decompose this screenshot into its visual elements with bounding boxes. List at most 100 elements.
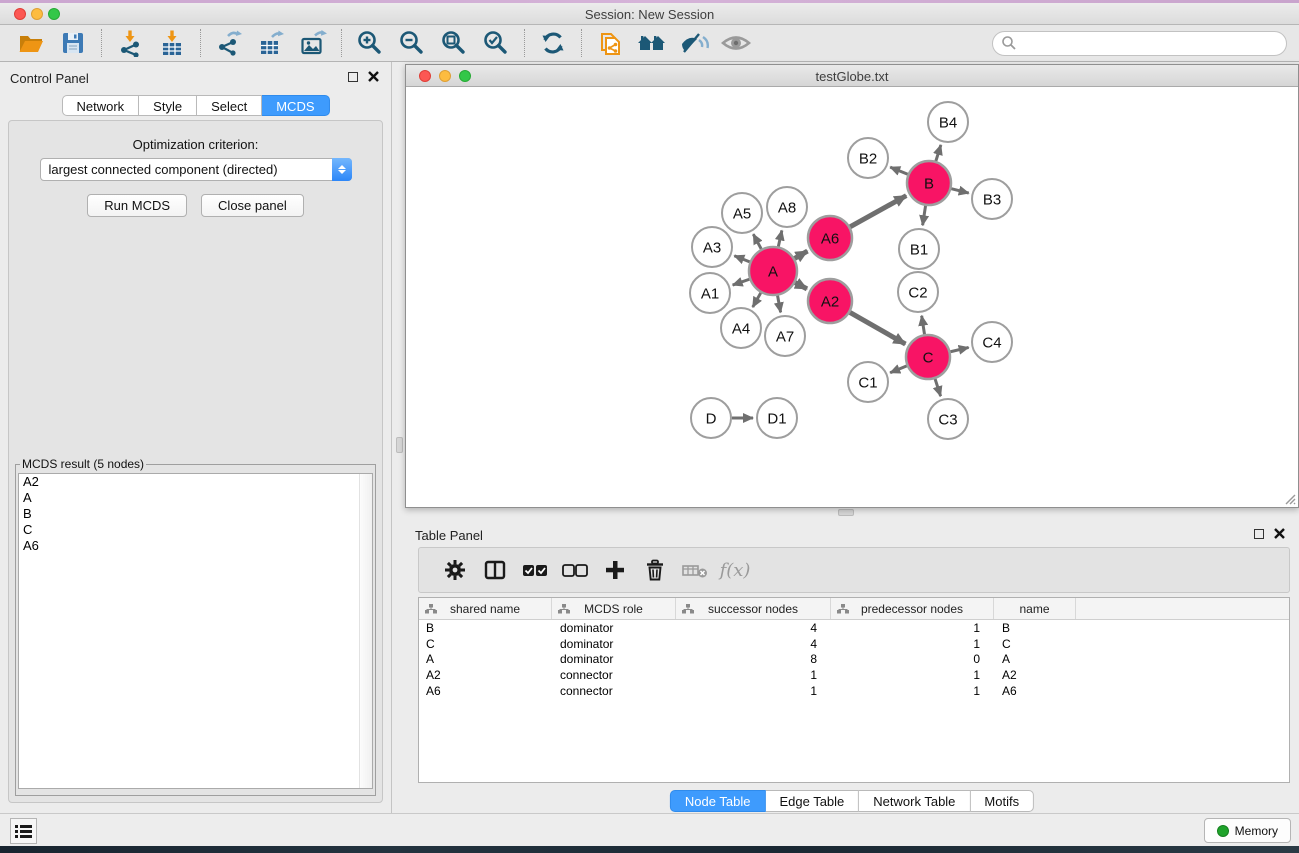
graph-edge-B-B2[interactable] [890, 167, 908, 174]
graph-node-A7[interactable]: A7 [765, 316, 805, 356]
graph-edge-C-C2[interactable] [922, 316, 925, 335]
graph-edge-A2-C[interactable] [850, 312, 905, 344]
tab-mcds[interactable]: MCDS [262, 95, 329, 116]
network-view-window[interactable]: testGlobe.txt B4 B2 B B3 A5A8A6 B1 A3 A A1 C2 A2 A4… [405, 64, 1299, 508]
import-table-icon[interactable] [151, 27, 193, 59]
column-sort-icon[interactable] [558, 603, 570, 615]
graph-node-B2[interactable]: B2 [848, 138, 888, 178]
graph-node-A4[interactable]: A4 [721, 308, 761, 348]
column-sort-icon[interactable] [682, 603, 694, 615]
save-session-icon[interactable] [52, 27, 94, 59]
zoom-fit-icon[interactable] [433, 27, 475, 59]
export-image-icon[interactable] [292, 27, 334, 59]
graph-edge-A-A1[interactable] [733, 279, 750, 285]
tab-network-table[interactable]: Network Table [859, 790, 970, 812]
graph-node-D1[interactable]: D1 [757, 398, 797, 438]
graph-edge-C-C3[interactable] [935, 379, 941, 396]
search-field[interactable] [992, 31, 1287, 56]
table-row[interactable]: A2connector11A2 [419, 667, 1289, 683]
refresh-layout-icon[interactable] [532, 27, 574, 59]
search-input[interactable] [1017, 36, 1267, 51]
graph-node-B1[interactable]: B1 [899, 229, 939, 269]
graph-node-C2[interactable]: C2 [898, 272, 938, 312]
graph-edge-A-A4[interactable] [753, 293, 761, 307]
graph-node-C1[interactable]: C1 [848, 362, 888, 402]
vertical-splitter-handle[interactable] [396, 437, 403, 453]
add-column-icon[interactable] [595, 552, 635, 588]
mcds-result-item[interactable]: A2 [19, 474, 372, 490]
select-all-icon[interactable] [515, 552, 555, 588]
horizontal-splitter-handle[interactable] [838, 509, 854, 516]
column-header-name[interactable]: name [994, 598, 1076, 619]
graph-node-A[interactable]: A [749, 247, 797, 295]
graph-edge-C-C4[interactable] [950, 347, 968, 351]
zoom-selected-icon[interactable] [475, 27, 517, 59]
task-history-button[interactable] [10, 818, 37, 844]
export-network-icon[interactable] [208, 27, 250, 59]
graph-edge-A-A2[interactable] [795, 283, 807, 289]
graph-node-A5[interactable]: A5 [722, 193, 762, 233]
export-table-icon[interactable] [250, 27, 292, 59]
mcds-result-item[interactable]: A6 [19, 538, 372, 554]
graph-edge-A-A5[interactable] [753, 234, 761, 249]
graph-edge-A-A7[interactable] [778, 296, 781, 313]
column-header-mcds-role[interactable]: MCDS role [552, 598, 676, 619]
graph-edge-A-A3[interactable] [734, 256, 749, 262]
table-row[interactable]: Adominator80A [419, 652, 1289, 668]
float-panel-icon[interactable] [1254, 529, 1264, 539]
zoom-in-icon[interactable] [349, 27, 391, 59]
table-row[interactable]: Cdominator41C [419, 636, 1289, 652]
close-panel-icon[interactable] [368, 71, 379, 82]
graph-edge-A-A8[interactable] [778, 230, 782, 246]
column-sort-icon[interactable] [425, 603, 437, 615]
table-row[interactable]: A6connector11A6 [419, 683, 1289, 699]
optimization-criterion-select[interactable]: largest connected component (directed) [40, 158, 352, 181]
column-view-icon[interactable] [475, 552, 515, 588]
scrollbar-track[interactable] [359, 474, 372, 788]
network-window-titlebar[interactable]: testGlobe.txt [406, 65, 1298, 87]
column-header-successor-nodes[interactable]: successor nodes [676, 598, 831, 619]
network-graph-canvas[interactable]: B4B2BB3A5A8A6B1A3AA1C2A2A4A7C4CC1C3DD1 [406, 87, 1298, 507]
graph-node-B[interactable]: B [907, 161, 951, 205]
graph-node-A3[interactable]: A3 [692, 227, 732, 267]
home-view-icon[interactable] [631, 27, 673, 59]
graph-edge-A-A6[interactable] [795, 251, 808, 258]
mcds-result-list[interactable]: A2ABCA6 [18, 473, 373, 789]
mcds-result-item[interactable]: C [19, 522, 372, 538]
delete-column-trash-icon[interactable] [635, 552, 675, 588]
mcds-result-item[interactable]: B [19, 506, 372, 522]
app-titlebar[interactable]: Session: New Session [0, 3, 1299, 25]
hide-selected-icon[interactable] [673, 27, 715, 59]
graph-node-D[interactable]: D [691, 398, 731, 438]
tab-motifs[interactable]: Motifs [970, 790, 1034, 812]
graph-edge-C-C1[interactable] [890, 366, 907, 373]
column-sort-icon[interactable] [837, 603, 849, 615]
table-row[interactable]: Bdominator41B [419, 620, 1289, 636]
graph-node-A1[interactable]: A1 [690, 273, 730, 313]
graph-edge-B-B1[interactable] [923, 206, 926, 226]
tab-edge-table[interactable]: Edge Table [765, 790, 859, 812]
copy-network-icon[interactable] [589, 27, 631, 59]
close-panel-icon[interactable] [1274, 528, 1285, 539]
graph-node-C[interactable]: C [906, 335, 950, 379]
graph-node-A6[interactable]: A6 [808, 216, 852, 260]
tab-select[interactable]: Select [197, 95, 262, 116]
graph-node-A8[interactable]: A8 [767, 187, 807, 227]
node-table[interactable]: shared nameMCDS rolesuccessor nodesprede… [418, 597, 1290, 783]
import-network-icon[interactable] [109, 27, 151, 59]
show-all-icon[interactable] [715, 27, 757, 59]
memory-button[interactable]: Memory [1204, 818, 1291, 843]
graph-node-B4[interactable]: B4 [928, 102, 968, 142]
tab-network[interactable]: Network [61, 95, 139, 116]
graph-node-A2[interactable]: A2 [808, 279, 852, 323]
table-settings-gear-icon[interactable] [435, 552, 475, 588]
mcds-result-item[interactable]: A [19, 490, 372, 506]
graph-edge-A6-B[interactable] [850, 196, 906, 227]
tab-style[interactable]: Style [139, 95, 197, 116]
deselect-all-icon[interactable] [555, 552, 595, 588]
tab-node-table[interactable]: Node Table [670, 790, 766, 812]
open-folder-icon[interactable] [10, 27, 52, 59]
graph-edge-B-B4[interactable] [936, 145, 941, 161]
graph-node-B3[interactable]: B3 [972, 179, 1012, 219]
float-panel-icon[interactable] [348, 72, 358, 82]
